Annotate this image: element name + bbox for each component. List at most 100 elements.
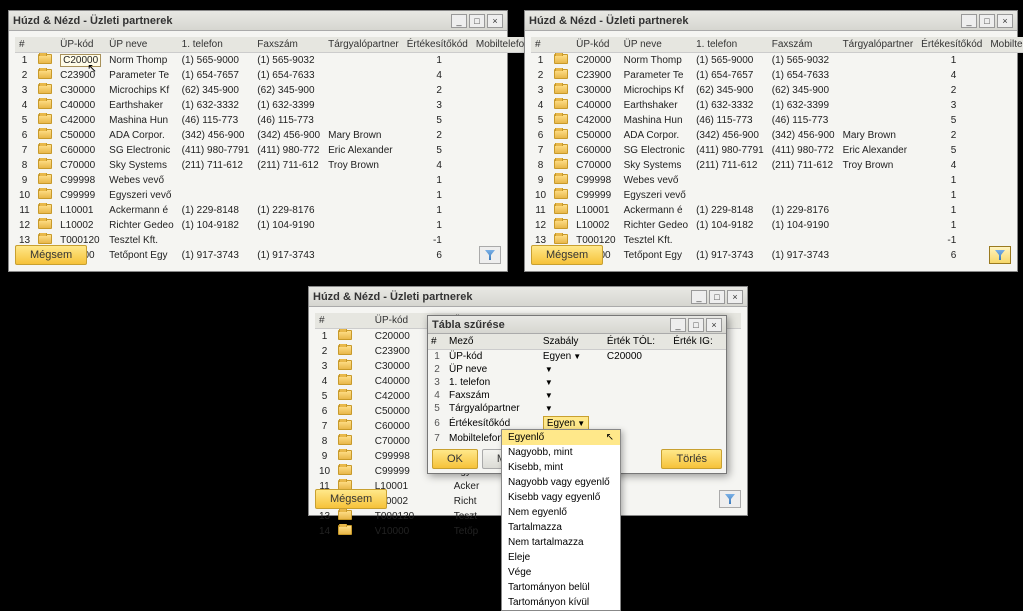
dropdown-item[interactable]: Tartalmazza [502, 520, 620, 535]
column-header[interactable]: Mobiltelefon [986, 37, 1023, 53]
maximize-button[interactable]: □ [469, 14, 485, 28]
close-button[interactable]: × [487, 14, 503, 28]
close-button[interactable]: × [997, 14, 1013, 28]
dropdown-item[interactable]: Nem tartalmazza [502, 535, 620, 550]
code-cell[interactable]: C60000 [572, 143, 619, 158]
folder-cell[interactable] [34, 98, 56, 113]
folder-cell[interactable] [34, 158, 56, 173]
folder-cell[interactable] [34, 83, 56, 98]
table-row[interactable]: 6C50000ADA Corpor.(342) 456-900(342) 456… [531, 128, 1023, 143]
code-cell[interactable]: C30000 [572, 83, 619, 98]
folder-cell[interactable] [34, 128, 56, 143]
folder-cell[interactable] [334, 464, 371, 479]
code-cell[interactable]: C50000 [572, 128, 619, 143]
filter-row[interactable]: 5Tárgyalópartner▼ [428, 402, 726, 415]
cancel-button[interactable]: Mégsem [531, 245, 603, 265]
table-row[interactable]: 11L10001Ackermann é(1) 229-8148(1) 229-8… [531, 203, 1023, 218]
filter-rule-dropdown[interactable]: Egyen▼ [540, 350, 604, 364]
column-header[interactable] [334, 313, 371, 329]
filter-icon-button[interactable] [479, 246, 501, 264]
table-row[interactable]: 9C99998Webes vevő1 [15, 173, 534, 188]
table-row[interactable]: 1C20000Norm Thomp(1) 565-9000(1) 565-903… [15, 53, 534, 69]
filter-row[interactable]: 4Faxszám▼ [428, 389, 726, 402]
code-cell[interactable]: C70000 [572, 158, 619, 173]
ok-button[interactable]: OK [432, 449, 478, 469]
close-button[interactable]: × [706, 318, 722, 332]
table-row[interactable]: 8C70000Sky Systems(211) 711-612(211) 711… [15, 158, 534, 173]
clear-button[interactable]: Törlés [661, 449, 722, 469]
code-cell[interactable]: C99999 [56, 188, 105, 203]
folder-cell[interactable] [550, 188, 572, 203]
code-cell[interactable]: C40000 [56, 98, 105, 113]
code-cell[interactable]: L10002 [56, 218, 105, 233]
folder-cell[interactable] [550, 98, 572, 113]
minimize-button[interactable]: _ [691, 290, 707, 304]
table-row[interactable]: 3C30000Microchips Kf(62) 345-900(62) 345… [531, 83, 1023, 98]
folder-cell[interactable] [550, 158, 572, 173]
code-cell[interactable]: C30000 [56, 83, 105, 98]
folder-cell[interactable] [334, 434, 371, 449]
filter-value-to[interactable] [670, 432, 726, 445]
folder-cell[interactable] [550, 53, 572, 69]
cancel-button[interactable]: Mégsem [315, 489, 387, 509]
dropdown-item[interactable]: Kisebb vagy egyenlő [502, 490, 620, 505]
filter-row[interactable]: 2ÜP neve▼ [428, 363, 726, 376]
column-header[interactable] [34, 37, 56, 53]
folder-cell[interactable] [34, 188, 56, 203]
folder-cell[interactable] [334, 344, 371, 359]
code-cell[interactable]: V10000 [371, 524, 450, 539]
table-row[interactable]: 3C30000Microchips Kf(62) 345-900(62) 345… [15, 83, 534, 98]
column-header[interactable]: ÜP neve [105, 37, 177, 53]
titlebar[interactable]: Húzd & Nézd - Üzleti partnerek _ □ × [525, 11, 1017, 31]
folder-cell[interactable] [34, 173, 56, 188]
rule-dropdown-menu[interactable]: Egyenlő ↖Nagyobb, mintKisebb, mintNagyob… [501, 429, 621, 611]
column-header[interactable]: 1. telefon [178, 37, 254, 53]
filter-row[interactable]: 31. telefon▼ [428, 376, 726, 389]
folder-cell[interactable] [334, 419, 371, 434]
table-row[interactable]: 12L10002Richter Gedeo(1) 104-9182(1) 104… [15, 218, 534, 233]
table-row[interactable]: 8C70000Sky Systems(211) 711-612(211) 711… [531, 158, 1023, 173]
folder-cell[interactable] [34, 53, 56, 69]
table-row[interactable]: 11L10001Ackermann é(1) 229-8148(1) 229-8… [15, 203, 534, 218]
column-header[interactable]: Értékesítőkód [917, 37, 986, 53]
filter-value-to[interactable] [670, 350, 726, 364]
code-cell[interactable]: C20000 [572, 53, 619, 69]
titlebar[interactable]: Húzd & Nézd - Üzleti partnerek _ □ × [309, 287, 747, 307]
table-row[interactable]: 5C42000Mashina Hun(46) 115-773(46) 115-7… [15, 113, 534, 128]
minimize-button[interactable]: _ [451, 14, 467, 28]
folder-cell[interactable] [550, 173, 572, 188]
folder-cell[interactable] [334, 509, 371, 524]
column-header[interactable]: # [315, 313, 334, 329]
close-button[interactable]: × [727, 290, 743, 304]
table-row[interactable]: 10C99999Egyszeri vevő1 [531, 188, 1023, 203]
filter-rule-dropdown[interactable]: ▼ [540, 402, 604, 415]
column-header[interactable]: Tárgyalópartner [324, 37, 403, 53]
dropdown-item[interactable]: Tartományon kívül [502, 595, 620, 610]
minimize-button[interactable]: _ [670, 318, 686, 332]
code-cell[interactable]: C42000 [572, 113, 619, 128]
table-row[interactable]: 7C60000SG Electronic(411) 980-7791(411) … [15, 143, 534, 158]
maximize-button[interactable]: □ [688, 318, 704, 332]
filter-rule-dropdown[interactable]: ▼ [540, 389, 604, 402]
column-header[interactable]: Faxszám [768, 37, 839, 53]
column-header[interactable]: # [531, 37, 550, 53]
code-cell[interactable]: C99998 [572, 173, 619, 188]
dropdown-item[interactable]: Nagyobb vagy egyenlő [502, 475, 620, 490]
table-row[interactable]: 2C23900Parameter Te(1) 654-7657(1) 654-7… [15, 68, 534, 83]
code-cell[interactable]: T000120 [371, 509, 450, 524]
folder-cell[interactable] [334, 374, 371, 389]
maximize-button[interactable]: □ [709, 290, 725, 304]
titlebar[interactable]: Húzd & Nézd - Üzleti partnerek _ □ × [9, 11, 507, 31]
folder-cell[interactable] [34, 68, 56, 83]
folder-cell[interactable] [550, 113, 572, 128]
folder-cell[interactable] [334, 449, 371, 464]
filter-value-to[interactable] [670, 363, 726, 376]
filter-value-from[interactable] [604, 389, 670, 402]
filter-icon-button-active[interactable] [989, 246, 1011, 264]
filter-value-from[interactable] [604, 363, 670, 376]
table-row[interactable]: 2C23900Parameter Te(1) 654-7657(1) 654-7… [531, 68, 1023, 83]
code-cell[interactable]: C99999 [572, 188, 619, 203]
column-header[interactable]: ÜP-kód [572, 37, 619, 53]
dropdown-item[interactable]: Nagyobb, mint [502, 445, 620, 460]
dropdown-item[interactable]: Eleje [502, 550, 620, 565]
